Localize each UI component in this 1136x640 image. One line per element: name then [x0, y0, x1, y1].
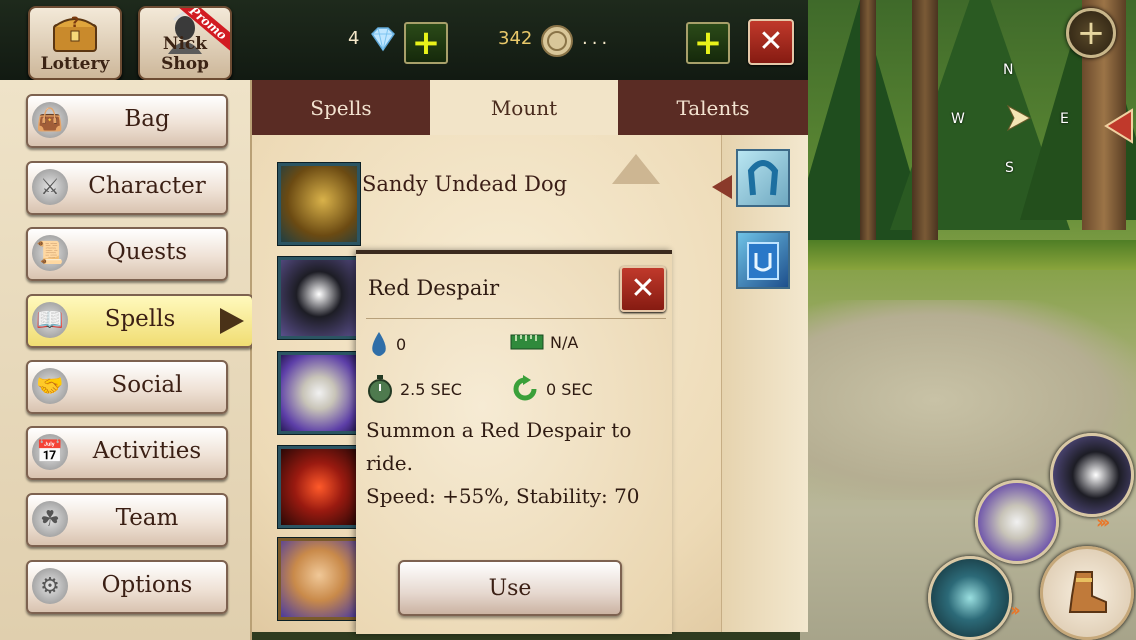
tree-trunk: [860, 0, 876, 250]
range-value: N/A: [550, 332, 579, 352]
boot-icon: [1068, 571, 1107, 613]
ruler-icon: [510, 334, 544, 350]
divider: [366, 318, 666, 319]
mount-name: Sandy Undead Dog: [362, 172, 568, 196]
menu-character-label: Character: [88, 173, 206, 199]
coin-suffix: ...: [582, 28, 612, 49]
lottery-button[interactable]: ? Lottery: [28, 6, 122, 80]
side-menu: 👜 Bag ⚔ Character 📜 Quests 📖 Spells 🤝 So…: [0, 80, 254, 640]
mount-wolf-shortcut[interactable]: [928, 556, 1012, 640]
sandy-undead-dog-icon[interactable]: [278, 163, 360, 245]
mount-description: Summon a Red Despair to ride. Speed: +55…: [366, 414, 666, 513]
menu-bag-label: Bag: [124, 106, 170, 132]
coin-count: 342: [498, 28, 533, 49]
top-bar: ? Lottery Promo Nick Shop 4 + 342 ... + …: [0, 0, 808, 80]
options-icon: ⚙: [32, 568, 68, 604]
menu-activities-label: Activities: [92, 438, 202, 464]
cast-time: 2.5 SEC: [366, 374, 462, 404]
diamond-icon: [368, 26, 398, 56]
compass-west: W: [951, 111, 965, 127]
bag-icon: 👜: [32, 102, 68, 138]
nick-shop-button[interactable]: Promo Nick Shop: [138, 6, 232, 80]
spells-icon: 📖: [32, 302, 68, 338]
menu-quests-button[interactable]: 📜 Quests: [26, 227, 228, 281]
mount-category-strip: [712, 135, 808, 632]
cooldown-value: 0 SEC: [546, 379, 593, 399]
mount-dismount-button[interactable]: [1040, 546, 1134, 640]
expand-chevrons-icon[interactable]: ›››: [1096, 512, 1110, 533]
side-panel-arrow-icon[interactable]: [1104, 108, 1134, 144]
menu-team-label: Team: [115, 505, 179, 531]
expand-chevrons-icon[interactable]: ››: [1010, 600, 1021, 621]
menu-spells-label: Spells: [104, 306, 176, 332]
menu-activities-button[interactable]: 📅 Activities: [26, 426, 228, 480]
game-world: [800, 0, 1136, 640]
compass-south: S: [1005, 160, 1014, 176]
tab-mount[interactable]: Mount: [430, 80, 618, 135]
nick-shop-label: Nick Shop: [161, 34, 209, 74]
menu-options-button[interactable]: ⚙ Options: [26, 560, 228, 614]
compass-east: E: [1060, 111, 1069, 127]
compass-north: N: [1003, 62, 1014, 78]
social-icon: 🤝: [32, 368, 68, 404]
water-drop-icon: [372, 332, 386, 356]
player-direction-icon: [1006, 104, 1032, 132]
svg-text:?: ?: [71, 15, 79, 31]
add-coins-button[interactable]: +: [686, 22, 730, 64]
coin-icon: [540, 24, 574, 62]
mount-rabbit-shortcut[interactable]: [975, 480, 1059, 564]
quests-icon: 📜: [32, 235, 68, 271]
mana-cost: 0: [368, 330, 406, 358]
plus-icon: +: [411, 23, 441, 63]
cast-time-value: 2.5 SEC: [400, 379, 462, 399]
team-icon: ☘: [32, 501, 68, 537]
close-icon: ✕: [630, 271, 656, 306]
stopwatch-icon: [368, 375, 392, 403]
category-pointer-icon: [712, 175, 732, 199]
use-button[interactable]: Use: [398, 560, 622, 616]
close-icon: ✕: [758, 24, 784, 59]
lottery-label: Lottery: [40, 54, 110, 74]
cooldown-arrow-icon: [513, 375, 537, 401]
hud-add-button[interactable]: +: [1066, 8, 1116, 58]
tree-trunk: [912, 0, 938, 250]
plus-icon: +: [693, 23, 723, 63]
popup-title: Red Despair: [368, 276, 500, 300]
mount-lion-icon[interactable]: [278, 538, 360, 620]
mount-book-icon[interactable]: [736, 231, 790, 289]
cooldown: 0 SEC: [510, 374, 593, 404]
menu-quests-label: Quests: [106, 239, 188, 265]
add-diamonds-button[interactable]: +: [404, 22, 448, 64]
mana-value: 0: [396, 334, 407, 354]
horseshoe-icon[interactable]: [736, 149, 790, 207]
treasure-chest-icon: ?: [30, 8, 120, 56]
mount-rabbit-icon[interactable]: [278, 352, 360, 434]
mount-red-despair-shortcut[interactable]: [1050, 433, 1134, 517]
tab-spells[interactable]: Spells: [252, 80, 430, 135]
red-despair-icon[interactable]: [278, 257, 360, 339]
menu-social-button[interactable]: 🤝 Social: [26, 360, 228, 414]
menu-spells-button[interactable]: 📖 Spells: [26, 294, 254, 348]
menu-character-button[interactable]: ⚔ Character: [26, 161, 228, 215]
popup-close-button[interactable]: ✕: [620, 266, 666, 312]
plus-icon: +: [1076, 13, 1106, 53]
mount-detail-popup: Red Despair ✕ 0 N/A 2.5 SEC 0 SEC Summon…: [356, 250, 672, 634]
close-window-button[interactable]: ✕: [748, 19, 794, 65]
mount-fire-wolf-icon[interactable]: [278, 446, 360, 528]
menu-options-label: Options: [101, 572, 193, 598]
tab-talents[interactable]: Talents: [618, 80, 808, 135]
menu-team-button[interactable]: ☘ Team: [26, 493, 228, 547]
menu-social-label: Social: [111, 372, 183, 398]
range: N/A: [510, 332, 578, 352]
mount-stats: Speed: +55%, Stability: 70: [366, 484, 640, 508]
diamond-count: 4: [348, 28, 360, 49]
description-line: Summon a Red Despair to: [366, 418, 632, 442]
grass: [800, 240, 1136, 270]
scroll-up-arrow-icon[interactable]: [612, 154, 660, 184]
character-icon: ⚔: [32, 169, 68, 205]
activities-icon: 📅: [32, 434, 68, 470]
selected-arrow-icon: [220, 308, 244, 334]
description-line: ride.: [366, 451, 413, 475]
menu-bag-button[interactable]: 👜 Bag: [26, 94, 228, 148]
